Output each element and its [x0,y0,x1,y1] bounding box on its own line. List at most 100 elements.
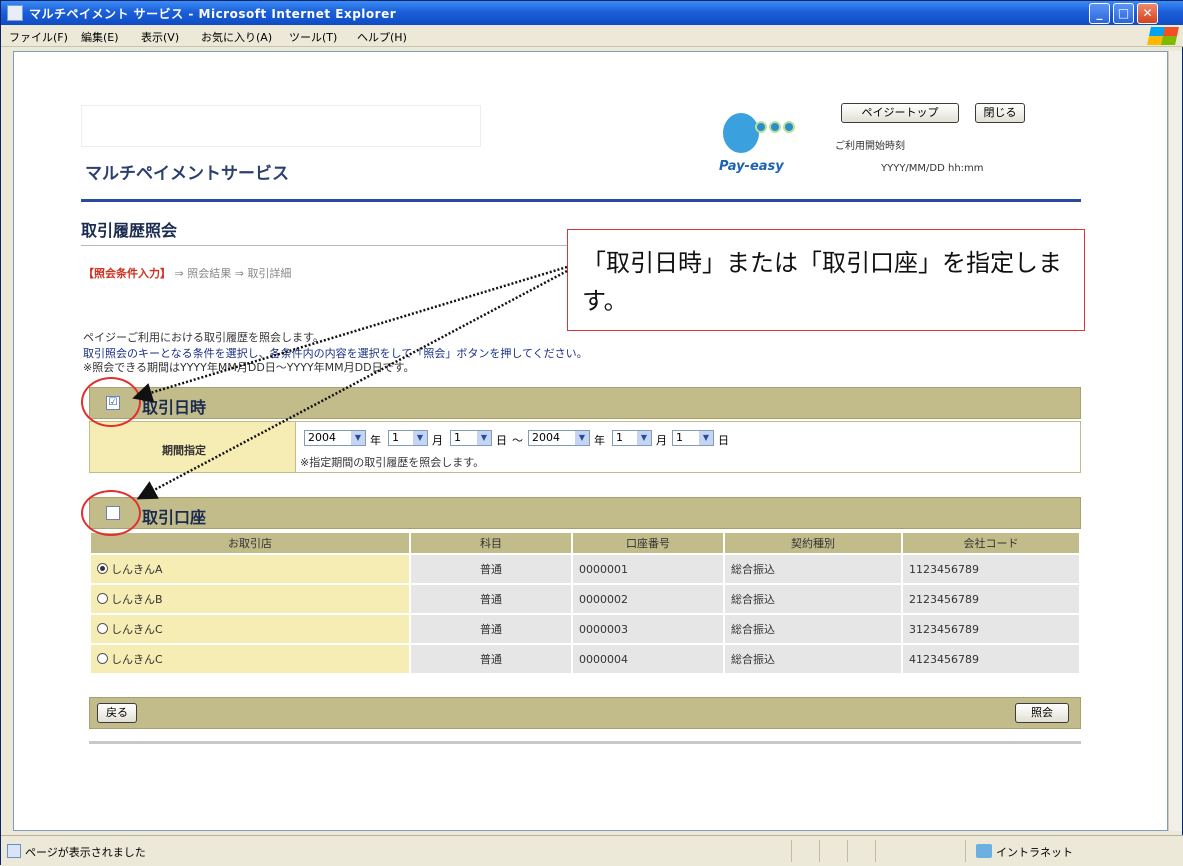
subject-cell: 普通 [411,615,571,643]
status-bar: ページが表示されました イントラネット [1,835,1183,865]
ie-page-icon [7,5,23,21]
bottom-divider [89,741,1081,744]
account-number-cell: 0000001 [573,555,723,583]
payeasy-circle-icon [723,113,759,153]
maximize-button[interactable]: □ [1113,3,1134,24]
period-row: 期間指定 2004 ▼ 年 1 ▼ 月 1 ▼ 日 ～ 2004 ▼ 年 1 ▼ 月 1 ▼… [89,421,1081,473]
branch-cell[interactable]: しんきんB [91,585,409,613]
branch-name: しんきんA [111,563,163,576]
from-day-select[interactable]: 1 ▼ [450,430,492,446]
status-separator [965,840,966,862]
contract-type-cell: 総合振込 [725,585,901,613]
minimize-button[interactable]: _ [1089,3,1110,24]
table-row: しんきんC 普通 0000003 総合振込 3123456789 [91,615,1079,643]
radio-unselected-icon[interactable] [97,653,108,664]
dropdown-arrow-icon: ▼ [351,431,365,445]
security-zone-text: イントラネット [996,846,1073,859]
callout-text: 「取引日時」または「取引口座」を指定します。 [582,249,1062,315]
branch-cell[interactable]: しんきんC [91,615,409,643]
to-month-select[interactable]: 1 ▼ [612,430,652,446]
radio-unselected-icon[interactable] [97,593,108,604]
annotation-callout: 「取引日時」または「取引口座」を指定します。 [567,229,1085,331]
from-year-value: 2004 [308,431,336,444]
menu-tools[interactable]: ツール(T) [289,29,337,45]
from-month-select[interactable]: 1 ▼ [388,430,428,446]
from-day-value: 1 [454,431,461,444]
branch-name: しんきんC [111,623,163,636]
dropdown-arrow-icon: ▼ [477,431,491,445]
branch-cell[interactable]: しんきんC [91,645,409,673]
table-row: しんきんA 普通 0000001 総合振込 1123456789 [91,555,1079,583]
payeasy-dot-icon [783,121,795,133]
unit-day: 日 [718,434,729,447]
payeasy-dot-icon [755,121,767,133]
to-year-select[interactable]: 2004 ▼ [528,430,590,446]
browser-window: マルチペイメント サービス - Microsoft Internet Explo… [0,0,1183,865]
header-divider [81,199,1081,202]
dropdown-arrow-icon: ▼ [637,431,651,445]
unit-day: 日 [496,434,507,447]
column-header-contract: 契約種別 [725,533,901,553]
back-button[interactable]: 戻る [97,703,137,723]
table-footer-bar [89,697,1081,729]
payeasy-logo-text: Pay-easy [719,159,784,174]
status-separator [875,840,876,862]
description-line-3: ※照会できる期間はYYYY年MM月DD日～YYYY年MM月DD日です。 [83,361,415,374]
vertical-scrollbar[interactable] [1168,51,1182,831]
subject-cell: 普通 [411,585,571,613]
period-label: 期間指定 [162,444,206,457]
to-day-select[interactable]: 1 ▼ [672,430,714,446]
status-separator [847,840,848,862]
period-label-cell: 期間指定 [90,422,296,472]
account-number-cell: 0000002 [573,585,723,613]
window-title: マルチペイメント サービス - Microsoft Internet Explo… [29,7,397,21]
account-section-header: 取引口座 [89,497,1081,529]
menu-favorites[interactable]: お気に入り(A) [201,29,272,45]
menu-view[interactable]: 表示(V) [141,29,179,45]
branch-cell[interactable]: しんきんA [91,555,409,583]
column-header-branch: お取引店 [91,533,409,553]
page-status-icon [7,844,21,858]
tilde: ～ [512,434,523,447]
account-section-label: 取引口座 [142,508,207,527]
page-title: 取引履歴照会 [81,221,178,240]
windows-logo-icon [1147,27,1179,45]
contract-type-cell: 総合振込 [725,615,901,643]
unit-month: 月 [656,434,667,447]
date-section-header: ☑ 取引日時 [89,387,1081,419]
start-time-label: ご利用開始時刻 [835,141,905,152]
menu-edit[interactable]: 編集(E) [81,29,119,45]
payeasy-top-button[interactable]: ペイジートップ [841,103,959,123]
account-number-cell: 0000003 [573,615,723,643]
menu-file[interactable]: ファイル(F) [9,29,68,45]
to-day-value: 1 [676,431,683,444]
branch-name: しんきんB [111,593,163,606]
close-window-button[interactable]: ✕ [1137,3,1158,24]
subject-cell: 普通 [411,555,571,583]
column-header-account: 口座番号 [573,533,723,553]
menu-help[interactable]: ヘルプ(H) [357,29,407,45]
company-code-cell: 4123456789 [903,645,1079,673]
company-code-cell: 1123456789 [903,555,1079,583]
from-year-select[interactable]: 2004 ▼ [304,430,366,446]
table-row: しんきんC 普通 0000004 総合振込 4123456789 [91,645,1079,673]
radio-selected-icon[interactable] [97,563,108,574]
service-name: マルチペイメントサービス [85,164,289,184]
payeasy-logo: Pay-easy [719,107,809,179]
company-code-cell: 3123456789 [903,615,1079,643]
unit-year: 年 [370,434,381,447]
account-number-cell: 0000004 [573,645,723,673]
close-button[interactable]: 閉じる [975,103,1025,123]
column-header-company: 会社コード [903,533,1079,553]
company-code-cell: 2123456789 [903,585,1079,613]
unit-month: 月 [432,434,443,447]
radio-unselected-icon[interactable] [97,623,108,634]
contract-type-cell: 総合振込 [725,555,901,583]
description-line-1: ペイジーご利用における取引履歴を照会します。 [83,331,324,344]
status-separator [791,840,792,862]
breadcrumb-arrow: ⇒ [174,267,184,280]
table-header-row: お取引店 科目 口座番号 契約種別 会社コード [91,533,1079,553]
to-month-value: 1 [616,431,623,444]
query-button[interactable]: 照会 [1015,703,1069,723]
dropdown-arrow-icon: ▼ [575,431,589,445]
